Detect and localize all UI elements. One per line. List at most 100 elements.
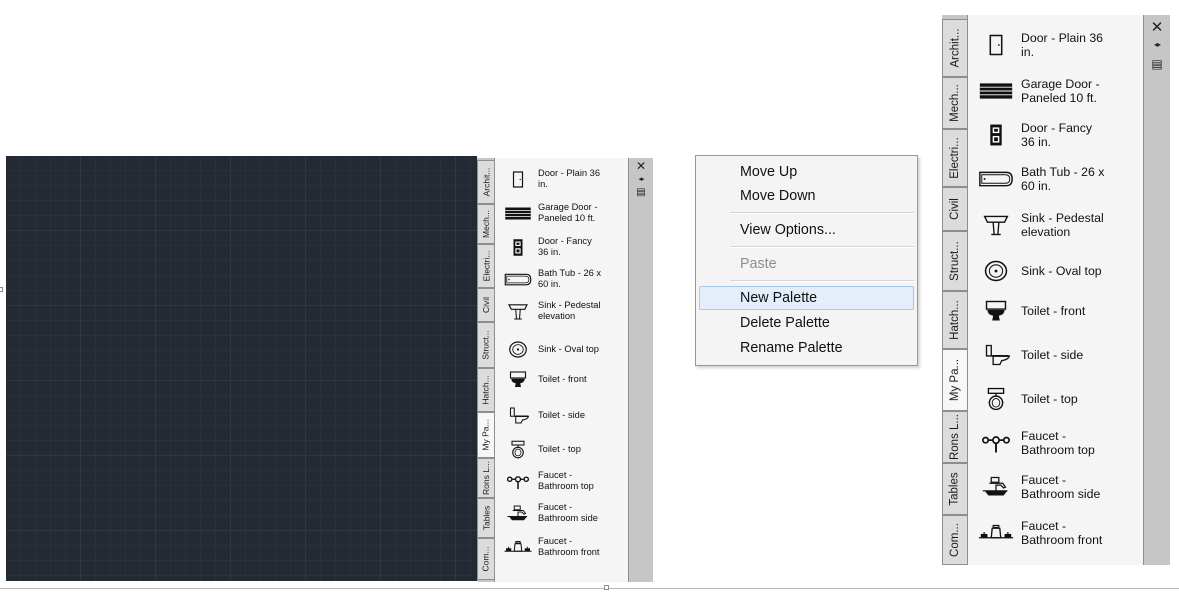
- tool-label-line1: Faucet -: [1021, 428, 1067, 443]
- tool-label-line1: Toilet - side: [1021, 347, 1084, 362]
- tool-item[interactable]: Door - Plain 36 in.: [495, 164, 628, 194]
- tool-label-line1: Door - Fancy: [538, 236, 592, 247]
- tool-item[interactable]: Faucet - Bathroom front: [495, 532, 628, 562]
- drawing-canvas[interactable]: [6, 156, 477, 581]
- palette-tab-label: Civil: [948, 198, 961, 220]
- palette-tab[interactable]: Electri...: [942, 129, 967, 187]
- tool-label: Bath Tub - 26 x 60 in.: [1021, 165, 1104, 193]
- menu-item-move-up[interactable]: Move Up: [699, 160, 914, 184]
- resize-handle-bottom[interactable]: [604, 585, 609, 590]
- palette-tab[interactable]: Hatch...: [942, 291, 967, 349]
- tool-label-line1: Sink - Oval top: [538, 343, 599, 354]
- tool-item[interactable]: Sink - Oval top: [968, 251, 1143, 291]
- tool-label: Garage Door - Paneled 10 ft.: [538, 202, 597, 223]
- palette-controls: ✕ ◂▸ ▤: [629, 158, 653, 582]
- tool-label: Toilet - top: [538, 444, 581, 455]
- palette-tab[interactable]: My Pa...: [477, 412, 494, 458]
- tool-item[interactable]: Bath Tub - 26 x 60 in.: [495, 264, 628, 294]
- tool-item[interactable]: Garage Door - Paneled 10 ft.: [968, 71, 1143, 111]
- close-icon[interactable]: ✕: [629, 159, 653, 173]
- menu-separator: [730, 212, 914, 214]
- palette-tab[interactable]: Com...: [942, 515, 967, 565]
- tool-item[interactable]: Faucet - Bathroom front: [968, 513, 1143, 553]
- palette-tab[interactable]: Mech...: [477, 204, 494, 244]
- menu-item-new-palette[interactable]: New Palette: [699, 286, 914, 310]
- palette-controls: ✕ ◂▸ ▤: [1144, 15, 1170, 565]
- tool-item[interactable]: Garage Door - Paneled 10 ft.: [495, 198, 628, 228]
- palette-tab[interactable]: Archit...: [477, 160, 494, 204]
- palette-tab[interactable]: Hatch...: [477, 368, 494, 412]
- tool-label: Toilet - side: [1021, 348, 1083, 362]
- toilet-front-icon: [503, 370, 533, 389]
- tool-label-line2: in.: [1021, 45, 1034, 59]
- tool-label-line1: Faucet -: [1021, 472, 1067, 487]
- palette-tab[interactable]: Mech...: [942, 77, 967, 129]
- tool-label: Toilet - front: [538, 374, 587, 385]
- properties-icon[interactable]: ▤: [1144, 57, 1170, 71]
- menu-item-move-down[interactable]: Move Down: [699, 184, 914, 208]
- tool-item[interactable]: Door - Fancy 36 in.: [495, 232, 628, 262]
- tool-item[interactable]: Faucet - Bathroom top: [495, 466, 628, 496]
- tool-item[interactable]: Faucet - Bathroom side: [968, 467, 1143, 507]
- palette-tab[interactable]: Electri...: [477, 244, 494, 288]
- palette-tab[interactable]: Struct...: [477, 322, 494, 368]
- palette-tab[interactable]: Tables: [477, 498, 494, 538]
- palette-tab[interactable]: Tables: [942, 463, 967, 515]
- resize-handle-left[interactable]: [0, 287, 3, 292]
- properties-icon[interactable]: ▤: [629, 187, 653, 198]
- palette-tab-label: My Pa...: [949, 358, 961, 402]
- tool-item[interactable]: Toilet - front: [495, 364, 628, 394]
- tool-label-line2: Bathroom top: [1021, 443, 1095, 457]
- palette-tab[interactable]: Rons L...: [477, 458, 494, 498]
- tool-label-line2: elevation: [1021, 225, 1071, 239]
- tool-label-line1: Faucet -: [1021, 518, 1067, 533]
- close-icon[interactable]: ✕: [1144, 18, 1170, 36]
- tool-item[interactable]: Door - Fancy 36 in.: [968, 115, 1143, 155]
- tool-label-line2: Paneled 10 ft.: [1021, 91, 1097, 105]
- tool-item[interactable]: Sink - Pedestal elevation: [968, 205, 1143, 245]
- menu-item-rename-palette[interactable]: Rename Palette: [699, 336, 914, 360]
- tool-label-line2: 36 in.: [538, 247, 561, 257]
- bath-tub-icon: [977, 167, 1015, 191]
- palette-tab[interactable]: Rons L...: [942, 411, 967, 463]
- tool-item[interactable]: Toilet - front: [968, 291, 1143, 331]
- palette-tab[interactable]: Struct...: [942, 231, 967, 291]
- palette-tab[interactable]: Archit...: [942, 19, 967, 77]
- tool-item[interactable]: Door - Plain 36 in.: [968, 25, 1143, 65]
- tool-label-line1: Garage Door -: [538, 202, 598, 213]
- tool-item[interactable]: Toilet - top: [495, 434, 628, 464]
- menu-item-view-options[interactable]: View Options...: [699, 218, 914, 242]
- autohide-icon[interactable]: ◂▸: [1144, 40, 1170, 49]
- palette-tab-label: Struct...: [949, 241, 961, 281]
- tool-item[interactable]: Sink - Oval top: [495, 334, 628, 364]
- palette-tab-label: Archit...: [949, 28, 962, 68]
- tool-item[interactable]: Faucet - Bathroom top: [968, 423, 1143, 463]
- tool-item[interactable]: Sink - Pedestal elevation: [495, 296, 628, 326]
- tool-label-line1: Door - Plain 36: [1021, 30, 1104, 45]
- palette-tab[interactable]: Com...: [477, 538, 494, 580]
- tool-label: Sink - Pedestal elevation: [538, 300, 601, 321]
- tool-label: Toilet - top: [1021, 392, 1078, 406]
- tool-item[interactable]: Toilet - side: [495, 400, 628, 430]
- palette-tab[interactable]: Civil: [942, 187, 967, 231]
- tool-label-line1: Faucet -: [538, 536, 573, 547]
- tool-label-line1: Sink - Oval top: [1021, 263, 1102, 278]
- tool-label-line1: Toilet - side: [538, 409, 586, 420]
- palette-tab[interactable]: Civil: [477, 288, 494, 322]
- tool-item[interactable]: Faucet - Bathroom side: [495, 498, 628, 528]
- tool-item[interactable]: Toilet - top: [968, 379, 1143, 419]
- tool-label-line1: Toilet - top: [1021, 391, 1078, 406]
- tool-item[interactable]: Toilet - side: [968, 335, 1143, 375]
- sink-pedestal-icon: [977, 213, 1015, 237]
- autohide-icon[interactable]: ◂▸: [629, 175, 653, 183]
- menu-item-delete-palette[interactable]: Delete Palette: [699, 311, 914, 335]
- palette-content: Door - Plain 36 in. Garage Door - Paneled 1…: [967, 15, 1144, 565]
- tool-label: Faucet - Bathroom front: [1021, 519, 1102, 547]
- sink-oval-icon: [503, 340, 533, 359]
- tool-item[interactable]: Bath Tub - 26 x 60 in.: [968, 159, 1143, 199]
- tool-label-line2: 60 in.: [538, 279, 561, 289]
- palette-tab[interactable]: My Pa...: [942, 349, 967, 411]
- tool-label-line1: Garage Door -: [1021, 76, 1100, 91]
- tool-label: Faucet - Bathroom side: [538, 502, 598, 523]
- garage-door-icon: [503, 204, 533, 223]
